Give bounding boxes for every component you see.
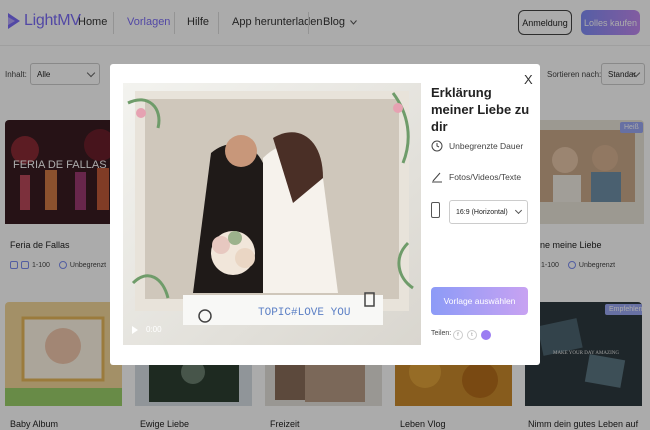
link-icon[interactable] (481, 330, 491, 340)
facebook-icon[interactable]: f (453, 330, 463, 340)
pencil-icon (432, 172, 442, 183)
template-preview-modal: X TOPIC#LOVE YOU 0:00 Erklärung meiner L… (110, 64, 540, 365)
modal-title: Erklärung meiner Liebe zu dir (431, 85, 530, 134)
video-player[interactable]: TOPIC#LOVE YOU 0:00 (123, 83, 421, 345)
video-frame: TOPIC#LOVE YOU (123, 83, 421, 345)
share-label: Teilen: (431, 330, 452, 337)
feature-duration-label: Unbegrenzte Dauer (449, 141, 524, 151)
twitter-icon[interactable]: t (467, 330, 477, 340)
video-caption: TOPIC#LOVE YOU (258, 307, 350, 319)
phone-icon (431, 202, 440, 218)
choose-template-button[interactable]: Vorlage auswählen (431, 287, 528, 315)
clock-icon (431, 140, 443, 152)
video-time: 0:00 (146, 325, 162, 334)
feature-media-label: Fotos/Videos/Texte (449, 172, 522, 182)
play-icon[interactable] (132, 326, 138, 334)
feature-duration: Unbegrenzte Dauer (431, 140, 523, 152)
aspect-ratio-value: 16:9 (Horizontal) (456, 208, 508, 216)
feature-media: Fotos/Videos/Texte (431, 171, 521, 183)
chevron-down-icon (514, 206, 523, 215)
aspect-ratio-select[interactable]: 16:9 (Horizontal) (449, 200, 528, 224)
